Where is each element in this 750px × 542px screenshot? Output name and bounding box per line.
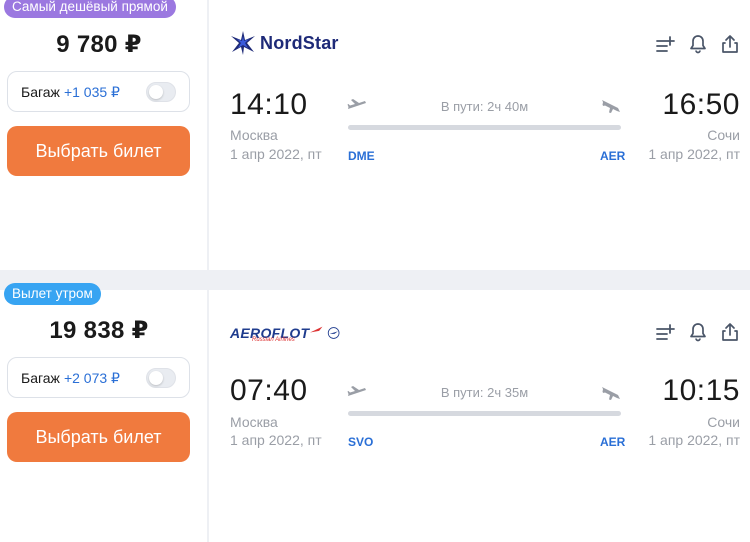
flight-duration: В пути: 2ч 40м: [440, 99, 529, 114]
arrival-airport-code: AER: [600, 149, 626, 163]
ticket-price: 9 780 ₽: [56, 31, 142, 58]
baggage-option[interactable]: Багаж +2 073 ₽: [7, 357, 190, 398]
airline-name: NordStar: [260, 32, 339, 53]
baggage-toggle[interactable]: [146, 82, 176, 102]
toggle-knob: [149, 371, 163, 385]
aeroflot-emblem-icon: [327, 327, 340, 339]
ticket-actions: [656, 322, 740, 342]
departure-date: 1 апр 2022, пт: [230, 432, 322, 448]
departure-airport-code: DME: [348, 149, 375, 163]
departure-time: 07:40: [230, 374, 308, 407]
badge-morning-departure: Вылет утром: [4, 283, 101, 305]
share-icon[interactable]: [720, 34, 740, 54]
arrival-city: Сочи: [707, 414, 740, 430]
baggage-price: +1 035 ₽: [63, 84, 120, 100]
baggage-option[interactable]: Багаж +1 035 ₽: [7, 71, 190, 112]
landing-plane-icon: [602, 100, 620, 113]
flight-duration: В пути: 2ч 35м: [440, 385, 529, 400]
card-divider: [207, 290, 209, 542]
bell-icon[interactable]: [688, 322, 708, 342]
departure-city: Москва: [230, 414, 278, 430]
baggage-price: +2 073 ₽: [63, 370, 120, 386]
ticket-price: 19 838 ₽: [49, 317, 149, 344]
card-divider: [207, 0, 209, 270]
departure-airport-code: SVO: [348, 435, 374, 449]
arrival-date: 1 апр 2022, пт: [648, 432, 740, 448]
ticket-actions: [656, 34, 740, 54]
airline-subtitle: Russian Airlines: [252, 337, 295, 343]
route-line: [348, 411, 621, 416]
airline-logo-aeroflot: AEROFLOT Russian Airlines: [230, 320, 340, 346]
ticket-card: Вылет утром 19 838 ₽ Багаж +2 073 ₽ Выбра…: [0, 283, 750, 542]
arrival-city: Сочи: [707, 127, 740, 143]
arrival-time: 10:15: [662, 374, 740, 407]
bell-icon[interactable]: [688, 34, 708, 54]
baggage-toggle[interactable]: [146, 368, 176, 388]
add-to-list-icon[interactable]: [656, 34, 676, 54]
share-icon[interactable]: [720, 322, 740, 342]
departure-time: 14:10: [230, 88, 308, 121]
select-ticket-button[interactable]: Выбрать билет: [7, 412, 190, 462]
arrival-airport-code: AER: [600, 435, 626, 449]
arrival-date: 1 апр 2022, пт: [648, 146, 740, 162]
departure-date: 1 апр 2022, пт: [230, 146, 322, 162]
route-line: [348, 125, 621, 130]
ticket-card: Самый дешёвый прямой 9 780 ₽ Багаж +1 035…: [0, 0, 750, 270]
badge-cheapest-direct: Самый дешёвый прямой: [4, 0, 176, 18]
arrival-time: 16:50: [662, 88, 740, 121]
add-to-list-icon[interactable]: [656, 322, 676, 342]
airline-logo-nordstar: NordStar: [230, 30, 339, 56]
nordstar-star-icon: [231, 31, 255, 55]
aeroflot-wing-icon: [310, 326, 323, 333]
landing-plane-icon: [602, 387, 620, 400]
baggage-label: Багаж +2 073 ₽: [21, 370, 120, 386]
select-ticket-button[interactable]: Выбрать билет: [7, 126, 190, 176]
baggage-label: Багаж +1 035 ₽: [21, 84, 120, 100]
departure-city: Москва: [230, 127, 278, 143]
toggle-knob: [149, 85, 163, 99]
